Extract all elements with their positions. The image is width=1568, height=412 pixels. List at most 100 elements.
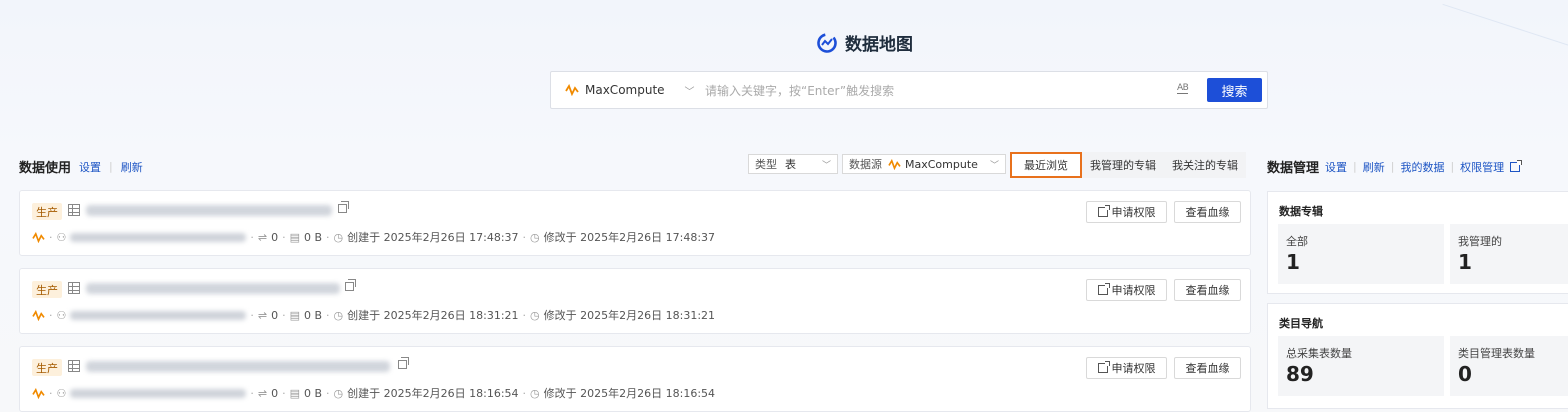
apply-permission-button[interactable]: 申请权限 [1086,279,1167,301]
clock-icon: ◷ [530,230,540,244]
search-source-label: MaxCompute [585,83,665,97]
table-card[interactable]: 生产 · ⚇ · ⇌ 0 · ▤ 0 B · ◷ 创建于 2025年2月26日 … [19,268,1251,334]
clock-icon: ◷ [333,230,344,244]
management-refresh-link[interactable]: 刷新 [1363,159,1385,175]
env-badge: 生产 [32,359,62,376]
separator-dot: · [522,386,527,400]
user-icon: ⚇ [56,308,67,322]
copy-icon[interactable] [398,357,409,369]
source-filter-value: MaxCompute [905,157,978,171]
external-link-icon [1097,283,1110,295]
external-link-icon [1097,361,1110,373]
chevron-down-icon: ﹀ [821,160,831,171]
type-filter-value: 表 [785,158,796,171]
usage-tabs: 最近浏览 我管理的专辑 我关注的专辑 [1010,152,1246,178]
separator-dot: · [282,230,286,244]
apply-permission-label: 申请权限 [1111,284,1156,297]
user-icon: ⚇ [56,386,67,400]
partition-count: 0 [271,386,279,400]
category-panel: 类目导航 总采集表数量 89 类目管理表数量 0 [1267,303,1568,409]
apply-permission-button[interactable]: 申请权限 [1086,357,1167,379]
stat-value: 1 [1458,250,1472,274]
maxcompute-icon [32,309,45,321]
albums-managed-stat[interactable]: 我管理的 1 [1450,224,1568,284]
page-header: 数据地图 [0,30,1568,55]
usage-refresh-link[interactable]: 刷新 [121,159,143,175]
search-source-select[interactable]: MaxCompute ﹀ [565,72,695,108]
management-header: 数据管理 设置 | 刷新 | 我的数据 | 权限管理 [1267,157,1523,176]
table-meta: · ⚇ · ⇌ 0 · ▤ 0 B · ◷ 创建于 2025年2月26日 18:… [32,385,715,401]
view-lineage-button[interactable]: 查看血缘 [1174,357,1241,379]
partition-icon: ⇌ [257,386,268,400]
separator-dot: · [326,230,330,244]
partition-icon: ⇌ [257,308,268,322]
owner-redacted [70,232,247,242]
chevron-down-icon: ﹀ [989,160,999,171]
albums-title: 数据专辑 [1279,205,1323,218]
stat-value: 1 [1286,250,1300,274]
collected-tables-stat[interactable]: 总采集表数量 89 [1278,336,1444,396]
stat-label: 全部 [1286,235,1308,248]
stat-value: 89 [1286,362,1314,386]
view-lineage-button[interactable]: 查看血缘 [1174,201,1241,223]
maxcompute-icon [32,387,45,399]
apply-permission-button[interactable]: 申请权限 [1086,201,1167,223]
usage-filters: 类型 表 ﹀ 数据源 MaxCompute ﹀ [748,154,1006,174]
separator-dot: · [282,386,286,400]
search-bar: MaxCompute ﹀ AB 搜索 [550,71,1268,109]
partition-count: 0 [271,230,279,244]
case-match-icon[interactable]: AB [1177,83,1189,94]
type-filter-select[interactable]: 类型 表 ﹀ [748,154,838,174]
external-link-icon[interactable] [1510,159,1523,172]
clock-icon: ◷ [530,308,540,322]
separator-dot: · [326,386,330,400]
table-icon [68,282,80,294]
table-name-redacted[interactable] [86,283,340,294]
apply-permission-label: 申请权限 [1111,206,1156,219]
separator-dot: · [250,308,254,322]
owner-redacted [70,388,247,398]
stat-label: 总采集表数量 [1286,347,1352,360]
permission-management-link[interactable]: 权限管理 [1460,159,1504,175]
source-filter-select[interactable]: 数据源 MaxCompute ﹀ [842,154,1006,174]
my-data-link[interactable]: 我的数据 [1400,159,1444,175]
maxcompute-icon [32,231,45,243]
stat-label: 我管理的 [1458,235,1502,248]
copy-icon[interactable] [345,279,356,291]
source-filter-key: 数据源 [849,158,882,171]
divider: | [1390,160,1395,173]
clock-icon: ◷ [333,308,344,322]
separator-dot: · [49,230,53,244]
copy-icon[interactable] [338,201,349,213]
storage-size: 0 B [304,386,323,400]
divider: | [1353,160,1357,173]
table-card[interactable]: 生产 · ⚇ · ⇌ 0 · ▤ 0 B · ◷ 创建于 2025年2月26日 … [19,346,1251,412]
clock-icon: ◷ [333,386,344,400]
user-icon: ⚇ [56,230,67,244]
albums-all-stat[interactable]: 全部 1 [1278,224,1444,284]
page-title: 数据地图 [845,35,913,55]
view-lineage-button[interactable]: 查看血缘 [1174,279,1241,301]
modified-time: 修改于 2025年2月26日 18:16:54 [543,387,716,400]
storage-icon: ▤ [289,308,300,322]
table-name-redacted[interactable] [86,205,332,216]
usage-header: 数据使用 设置 | 刷新 [19,157,143,176]
albums-panel: 数据专辑 全部 1 我管理的 1 [1267,191,1568,294]
modified-time: 修改于 2025年2月26日 18:31:21 [543,309,716,322]
table-meta: · ⚇ · ⇌ 0 · ▤ 0 B · ◷ 创建于 2025年2月26日 18:… [32,307,715,323]
category-title: 类目导航 [1279,317,1323,330]
usage-settings-link[interactable]: 设置 [79,159,101,175]
stat-value: 0 [1458,362,1472,386]
tab-recent[interactable]: 最近浏览 [1010,152,1082,178]
tab-followed-albums[interactable]: 我关注的专辑 [1164,152,1246,178]
category-tables-stat[interactable]: 类目管理表数量 0 [1450,336,1568,396]
management-settings-link[interactable]: 设置 [1325,159,1347,175]
table-card[interactable]: 生产 · ⚇ · ⇌ 0 · ▤ 0 B · ◷ 创建于 2025年2月26日 … [19,190,1251,256]
search-button[interactable]: 搜索 [1207,78,1262,102]
table-name-redacted[interactable] [86,361,390,372]
search-input[interactable] [703,80,1167,102]
storage-size: 0 B [304,308,323,322]
table-icon [68,360,80,372]
tab-my-managed-albums[interactable]: 我管理的专辑 [1082,152,1164,178]
env-badge: 生产 [32,203,62,220]
